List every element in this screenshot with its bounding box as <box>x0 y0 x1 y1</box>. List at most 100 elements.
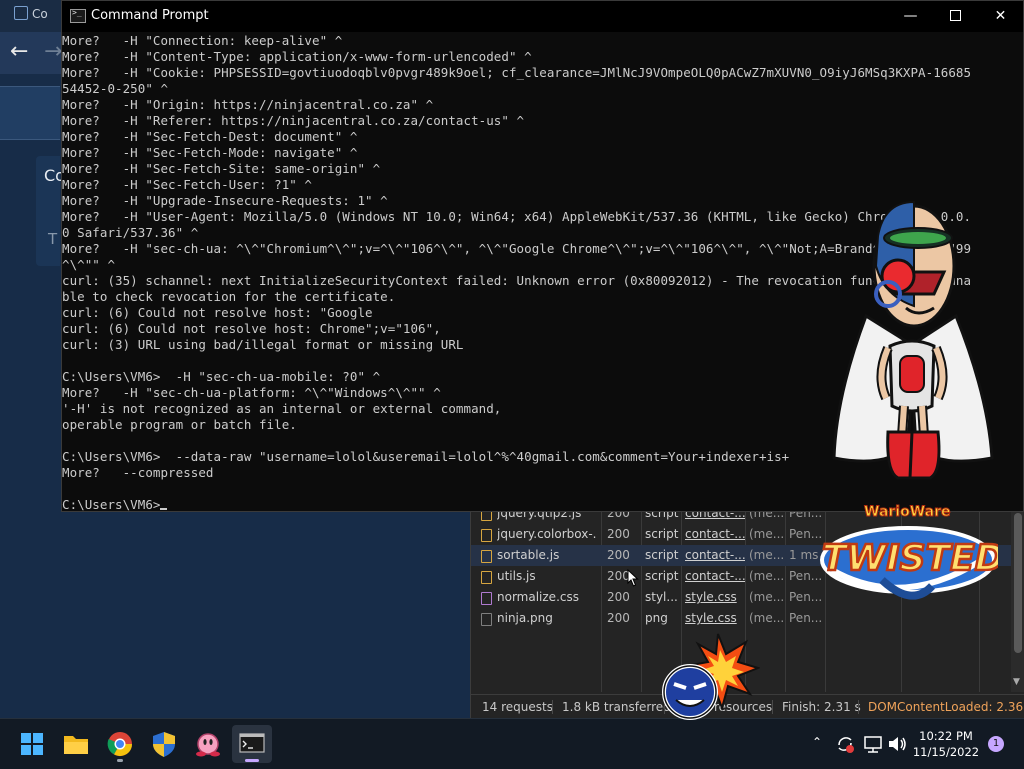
request-size: (me... <box>749 548 785 562</box>
request-type: script <box>645 548 679 562</box>
console-line: More? --compressed <box>62 465 214 480</box>
browser-tab-label: Co <box>32 7 48 21</box>
console-line: More? -H "Sec-Fetch-Mode: navigate" ^ <box>62 145 358 160</box>
running-indicator <box>117 759 123 762</box>
request-initiator-link[interactable]: style.css <box>685 608 745 629</box>
transferred-size: 1.8 kB transferred <box>562 700 671 714</box>
command-prompt-icon <box>239 733 265 753</box>
clock-date: 11/15/2022 <box>912 745 980 759</box>
kirby-icon <box>196 733 220 757</box>
warioware-twisted-logo: WarioWare TWISTED! <box>820 504 998 600</box>
security-shield-icon <box>153 732 175 757</box>
request-status: 200 <box>607 527 630 541</box>
console-line: More? -H "Sec-Fetch-User: ?1" ^ <box>62 177 312 192</box>
console-line: More? -H "Upgrade-Insecure-Requests: 1" … <box>62 193 388 208</box>
taskbar-command-prompt[interactable] <box>232 725 272 763</box>
volume-icon[interactable] <box>886 733 908 755</box>
console-line: More? -H "Content-Type: application/x-ww… <box>62 49 532 64</box>
console-line: More? -H "Referer: https://ninjacentral.… <box>62 113 525 128</box>
request-type: png <box>645 611 668 625</box>
request-status: 200 <box>607 611 630 625</box>
page-card-text: T <box>48 230 58 248</box>
windows-taskbar: ⌃ 10:22 PM 11/15/2022 1 <box>0 718 1024 769</box>
request-name: utils.js <box>497 569 536 583</box>
image-file-icon <box>481 613 492 626</box>
divider <box>858 700 859 714</box>
page-card: Co T <box>36 156 65 266</box>
console-line: More? -H "Connection: keep-alive" ^ <box>62 33 343 48</box>
request-status: 200 <box>607 548 630 562</box>
requests-count: 14 requests <box>482 700 553 714</box>
request-size: (me... <box>749 569 785 583</box>
console-line: curl: (6) Could not resolve host: "Googl… <box>62 305 373 320</box>
console-line: More? -H "Sec-Fetch-Dest: document" ^ <box>62 129 358 144</box>
request-initiator-link[interactable]: contact-... <box>685 545 745 566</box>
request-name: sortable.js <box>497 548 560 562</box>
console-line: More? -H "Sec-Fetch-Site: same-origin" ^ <box>62 161 381 176</box>
system-clock[interactable]: 10:22 PM 11/15/2022 <box>910 728 982 760</box>
request-size: (me... <box>749 611 785 625</box>
chrome-icon <box>107 732 132 757</box>
js-file-icon <box>481 529 492 542</box>
divider <box>772 700 773 714</box>
taskbar-security[interactable] <box>144 725 184 763</box>
prompt-text: C:\Users\VM6> <box>62 497 161 511</box>
console-line: '-H' is not recognized as an internal or… <box>62 401 502 416</box>
js-file-icon <box>481 550 492 563</box>
logo-title-text: TWISTED! <box>822 538 998 579</box>
scroll-down-arrow-icon[interactable]: ▼ <box>1013 677 1020 687</box>
request-initiator-link[interactable]: contact-... <box>685 566 745 587</box>
browser-tab[interactable]: Co <box>14 6 60 28</box>
request-type: script <box>645 527 679 541</box>
request-size: (me... <box>749 590 785 604</box>
taskbar-kirby-app[interactable] <box>188 725 228 763</box>
maximize-icon <box>950 10 961 21</box>
page-icon <box>14 6 28 20</box>
console-line: 54452-0-250" ^ <box>62 81 169 96</box>
back-arrow-icon[interactable]: ← <box>10 40 34 64</box>
request-name: jquery.colorbox-... <box>497 527 597 541</box>
console-line: ble to check revocation for the certific… <box>62 289 396 304</box>
console-line: More? -H "Origin: https://ninjacentral.c… <box>62 97 434 112</box>
logo-brand-text: WarioWare <box>864 504 951 520</box>
console-line: 0 Safari/537.36" ^ <box>62 225 199 240</box>
console-line: operable program or batch file. <box>62 417 297 432</box>
console-line: C:\Users\VM6> <box>62 497 168 511</box>
page-header <box>0 86 60 140</box>
request-initiator-link[interactable]: contact-... <box>685 524 745 545</box>
notification-badge[interactable]: 1 <box>988 736 1004 752</box>
window-title-bar[interactable]: Command Prompt — ✕ <box>62 1 1023 32</box>
console-line: More? -H "Cookie: PHPSESSID=govtiuodoqbl… <box>62 65 972 80</box>
close-button[interactable]: ✕ <box>978 1 1023 32</box>
console-line: curl: (3) URL using bad/illegal format o… <box>62 337 464 352</box>
console-line: C:\Users\VM6> -H "sec-ch-ua-mobile: ?0" … <box>62 369 381 384</box>
maximize-button[interactable] <box>933 1 978 32</box>
scrollbar-thumb[interactable] <box>1014 513 1022 653</box>
network-icon[interactable] <box>862 733 884 755</box>
text-cursor <box>160 508 168 510</box>
active-indicator <box>245 759 259 762</box>
window-title: Command Prompt <box>91 8 209 23</box>
js-file-icon <box>481 571 492 584</box>
request-initiator-link[interactable]: style.css <box>685 587 745 608</box>
taskbar-file-explorer[interactable] <box>56 725 96 763</box>
minimize-button[interactable]: — <box>888 1 933 32</box>
divider <box>552 700 553 714</box>
console-line: curl: (6) Could not resolve host: Chrome… <box>62 321 441 336</box>
chevron-up-icon[interactable]: ⌃ <box>812 735 826 749</box>
start-button[interactable] <box>12 725 52 763</box>
finish-time: Finish: 2.31 s <box>782 700 861 714</box>
bomb-explosion-sticker <box>662 633 760 720</box>
character-sticker <box>832 200 994 480</box>
file-explorer-icon <box>64 736 88 754</box>
request-status: 200 <box>607 590 630 604</box>
request-size: (me... <box>749 527 785 541</box>
css-file-icon <box>481 592 492 605</box>
console-line: C:\Users\VM6> --data-raw "username=lolol… <box>62 449 790 464</box>
network-scrollbar[interactable]: ▼ <box>1011 505 1024 692</box>
mouse-cursor-icon <box>627 569 639 587</box>
update-sync-icon[interactable] <box>834 733 856 755</box>
console-line: ^\^"" ^ <box>62 257 116 272</box>
taskbar-chrome[interactable] <box>100 725 140 763</box>
terminal-icon <box>70 8 86 23</box>
